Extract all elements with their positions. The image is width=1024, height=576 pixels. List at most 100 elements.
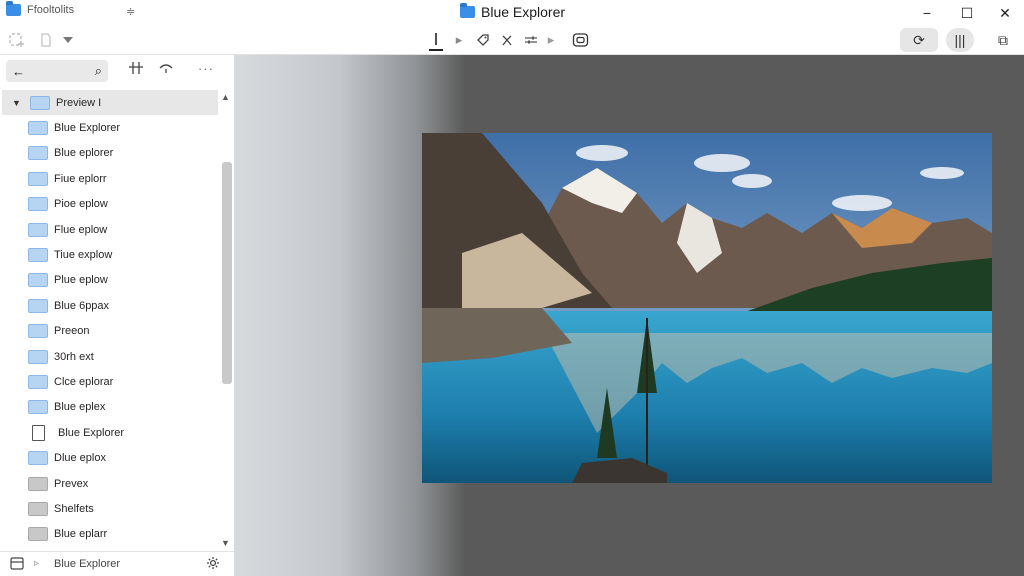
minimize-button[interactable]: − (908, 0, 946, 26)
settings-button[interactable] (206, 556, 220, 573)
tree-item-label: Blue Explorer (58, 426, 125, 439)
folder-icon (28, 374, 48, 389)
adjust-button[interactable] (522, 29, 540, 51)
tree-item[interactable]: Blue Explorr (0, 547, 218, 550)
minimize-icon: − (922, 5, 932, 21)
folder-icon (28, 298, 48, 313)
tree-item[interactable]: Dlue eplox (0, 445, 218, 470)
window-title-text: Blue Explorer (481, 4, 566, 20)
footer-label: Blue Explorer (54, 558, 121, 570)
sidebar: ← ⌕ ··· ▼ Preview I Blue Explorer Blue eplo… (0, 55, 235, 576)
title-folder-icon (460, 3, 475, 18)
tree-item-label: 30rh ext (54, 350, 94, 363)
split-tool-button[interactable] (128, 61, 144, 78)
gear-icon (207, 557, 219, 569)
wifi-icon (159, 64, 173, 73)
tree-item[interactable]: Blue Explorer (0, 115, 218, 140)
search-input[interactable]: ← ⌕ (6, 60, 108, 82)
tree-item-label: Blue eplorer (54, 147, 114, 160)
close-icon: ✕ (999, 4, 1011, 21)
new-item-icon (9, 33, 24, 47)
panel-toggle-button[interactable] (10, 557, 24, 573)
tree-item[interactable]: Fiue eplorr (0, 166, 218, 191)
close-button[interactable]: ✕ (986, 0, 1024, 26)
search-icon[interactable]: ⌕ (95, 63, 102, 79)
refresh-toggle-button[interactable]: ⟳ (900, 28, 938, 52)
scroll-up-icon[interactable]: ▲ (221, 92, 230, 102)
preview-image[interactable] (422, 133, 992, 483)
sidebar-scrollbar[interactable]: ▲ ▼ (218, 90, 234, 550)
split-icon (129, 62, 143, 74)
tree-item[interactable]: Plue eplow (0, 268, 218, 293)
external-window-button[interactable]: ⧉ (988, 28, 1018, 52)
folder-icon (28, 273, 48, 288)
tree-item-label: Blue 6ppax (54, 299, 110, 312)
folder-icon (28, 146, 48, 161)
tree-item[interactable]: Pioe eplow (0, 192, 218, 217)
tree-item[interactable]: Blue eplex (0, 395, 218, 420)
columns-view-button[interactable]: ||| (946, 28, 974, 52)
expand-icon[interactable]: ▹ (34, 558, 39, 569)
columns-icon: ||| (954, 32, 966, 48)
folder-icon (28, 222, 48, 237)
sidebar-tools: ··· (128, 61, 214, 78)
screenshot-button[interactable] (570, 29, 590, 51)
tree-item-label: Dlue eplox (54, 452, 106, 465)
folder-icon (28, 400, 48, 415)
app-menu[interactable]: Ffooltolits (6, 1, 74, 16)
tree-item[interactable]: ▼ Preview I (2, 90, 218, 116)
tree-item[interactable]: Tiue explow (0, 242, 218, 267)
tree-item[interactable]: Clce eplorar (0, 369, 218, 394)
play-icon: ▸ (455, 32, 463, 47)
copy-button[interactable] (36, 29, 56, 51)
scroll-thumb[interactable] (222, 162, 232, 384)
cursor-tool-button[interactable] (428, 29, 444, 51)
screenshot-icon (572, 33, 588, 47)
folder-icon (28, 197, 48, 212)
chevron-right-icon: ▸ (547, 32, 555, 47)
tree-item-label: Tiue explow (54, 249, 113, 262)
app-folder-icon (6, 1, 21, 16)
tree-item-label: Preeon (54, 325, 90, 338)
tree-item-label: Blue eplex (54, 401, 106, 414)
share-icon (502, 35, 512, 46)
file-icon (32, 424, 45, 441)
tree-item-label: Flue eplow (54, 223, 108, 236)
new-item-button[interactable] (6, 29, 28, 51)
more-options-button[interactable]: ··· (198, 61, 214, 78)
scroll-down-icon[interactable]: ▼ (221, 538, 230, 548)
window-title: Blue Explorer (460, 3, 566, 20)
expand-chevron-icon[interactable]: ▼ (12, 98, 21, 108)
tree-item[interactable]: 30rh ext (0, 344, 218, 369)
tree-item[interactable]: Blue eplarr (0, 522, 218, 547)
tree-item[interactable]: Shelfets (0, 496, 218, 521)
open-external-icon: ⧉ (998, 31, 1008, 48)
search-row: ← ⌕ (6, 60, 108, 82)
share-button[interactable] (498, 29, 516, 51)
toolbar: ▸ ▸ ⟳ ||| ⧉ (0, 26, 1024, 55)
tree-item-label: Blue Explorer (54, 122, 121, 135)
tree-item[interactable]: Blue eplorer (0, 141, 218, 166)
tree-item-label: Blue eplarr (54, 528, 108, 541)
menu-icon[interactable]: ≑ (126, 5, 135, 18)
text-cursor-icon (429, 33, 443, 51)
tag-button[interactable] (474, 29, 492, 51)
tag-icon (477, 34, 489, 46)
folder-icon (30, 95, 50, 110)
maximize-button[interactable]: ☐ (948, 0, 986, 26)
back-arrow-icon[interactable]: ← (12, 64, 25, 79)
play-button[interactable]: ▸ (452, 29, 466, 51)
tree-item[interactable]: Preeon (0, 319, 218, 344)
tree-item[interactable]: Prevex (0, 471, 218, 496)
tree-item[interactable]: Flue eplow (0, 217, 218, 242)
tree-item[interactable]: Blue Explorer (0, 420, 218, 445)
dropdown-button[interactable] (60, 29, 76, 51)
tree-item[interactable]: Blue 6ppax (0, 293, 218, 318)
title-bar: Ffooltolits ≑ Blue Explorer − ☐ ✕ (0, 0, 1024, 26)
next-button[interactable]: ▸ (544, 29, 558, 51)
connect-tool-button[interactable] (158, 61, 174, 78)
folder-icon (28, 349, 48, 364)
tree-item-label: Prevex (54, 477, 89, 490)
sliders-icon (525, 36, 537, 44)
folder-icon (28, 324, 48, 339)
